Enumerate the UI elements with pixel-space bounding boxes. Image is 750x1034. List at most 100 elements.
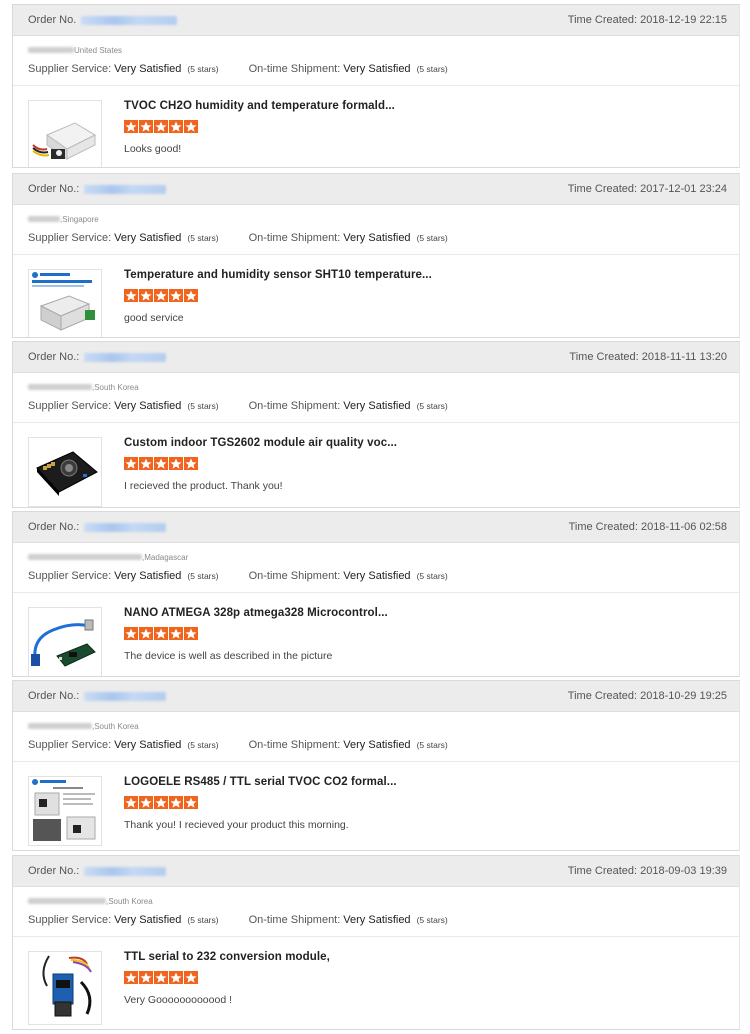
shipment-stars: (5 stars) (416, 64, 448, 74)
product-row: LOGOELE RS485 / TTL serial TVOC CO2 form… (13, 762, 739, 850)
review-card: Order No. Time Created: 2018-12-19 22:15… (12, 4, 740, 168)
supplier-service-stars: (5 stars) (187, 571, 219, 581)
time-created-label: Time Created: (567, 865, 638, 877)
star-icon (124, 627, 138, 640)
star-icon (124, 289, 138, 302)
shipment-stars: (5 stars) (416, 233, 448, 243)
product-row: Temperature and humidity sensor SHT10 te… (13, 255, 739, 337)
product-title[interactable]: Custom indoor TGS2602 module air quality… (124, 437, 397, 449)
star-icon (139, 120, 153, 133)
product-row: NANO ATMEGA 328p atmega328 Microcontrol.… (13, 593, 739, 676)
product-title[interactable]: LOGOELE RS485 / TTL serial TVOC CO2 form… (124, 776, 397, 788)
shipment-stars: (5 stars) (416, 740, 448, 750)
product-thumbnail[interactable] (28, 951, 102, 1025)
order-number-redacted[interactable] (84, 866, 167, 876)
product-sheet-icon (32, 779, 96, 841)
buyer-name-redacted (28, 216, 60, 222)
buyer-name-redacted (28, 384, 92, 390)
rating-stars (124, 289, 198, 302)
time-created-label: Time Created: (569, 351, 639, 363)
rating-stars (124, 627, 198, 640)
product-title[interactable]: TTL serial to 232 conversion module, (124, 951, 330, 963)
nano-board-icon (31, 619, 96, 667)
rating-stars (124, 796, 198, 809)
sensor-module-icon (32, 122, 97, 160)
feedback-text: Looks good! (124, 143, 182, 155)
review-card: Order No.: Time Created: 2018-09-03 19:3… (12, 855, 740, 1030)
star-icon (139, 457, 153, 470)
feedback-text: good service (124, 312, 184, 324)
star-icon (169, 627, 183, 640)
order-header: Order No.: Time Created: 2018-11-06 02:5… (13, 512, 739, 543)
service-ratings: Supplier Service: Very Satisfied (5 star… (28, 914, 724, 926)
star-icon (154, 289, 168, 302)
time-created-value: 2018-11-11 13:20 (641, 351, 727, 363)
buyer-line: ,South Korea (28, 720, 724, 732)
star-icon (124, 796, 138, 809)
shipment-value: Very Satisfied (343, 739, 411, 751)
time-created-value: 2018-09-03 19:39 (640, 865, 727, 877)
shipment-value: Very Satisfied (343, 400, 411, 412)
shipment-value: Very Satisfied (343, 63, 411, 75)
review-info: ,Madagascar Supplier Service: Very Satis… (13, 543, 739, 593)
supplier-service-stars: (5 stars) (187, 64, 219, 74)
buyer-line: ,Singapore (28, 213, 724, 225)
order-number-redacted[interactable] (84, 184, 167, 194)
product-thumbnail[interactable] (28, 776, 102, 846)
star-icon (154, 796, 168, 809)
shipment-stars: (5 stars) (416, 915, 448, 925)
time-created-label: Time Created: (567, 183, 638, 195)
product-title[interactable]: NANO ATMEGA 328p atmega328 Microcontrol.… (124, 607, 388, 619)
shipment-value: Very Satisfied (343, 570, 411, 582)
buyer-country: ,Madagascar (142, 552, 189, 562)
buyer-country: ,South Korea (92, 382, 139, 392)
service-ratings: Supplier Service: Very Satisfied (5 star… (28, 232, 724, 244)
star-icon (154, 120, 168, 133)
order-no-label: Order No.: (28, 690, 80, 702)
supplier-service-value: Very Satisfied (114, 400, 182, 412)
feedback-text: Thank you! I recieved your product this … (124, 819, 349, 831)
star-icon (184, 120, 198, 133)
star-icon (184, 457, 198, 470)
supplier-service-stars: (5 stars) (187, 740, 219, 750)
buyer-line: ,Madagascar (28, 551, 724, 563)
product-title[interactable]: Temperature and humidity sensor SHT10 te… (124, 269, 432, 281)
shipment-stars: (5 stars) (416, 571, 448, 581)
star-icon (139, 289, 153, 302)
order-number-redacted[interactable] (84, 522, 167, 532)
service-ratings: Supplier Service: Very Satisfied (5 star… (28, 739, 724, 751)
shipment-label: On-time Shipment: (248, 63, 341, 75)
time-created-value: 2018-10-29 19:25 (640, 690, 727, 702)
shipment-label: On-time Shipment: (248, 914, 341, 926)
star-icon (124, 971, 138, 984)
order-no-label: Order No.: (28, 183, 80, 195)
review-card: Order No.: Time Created: 2018-10-29 19:2… (12, 680, 740, 851)
product-thumbnail[interactable] (28, 437, 102, 507)
review-info: ,Singapore Supplier Service: Very Satisf… (13, 205, 739, 255)
buyer-country: ,South Korea (106, 896, 153, 906)
buyer-line: United States (28, 44, 724, 56)
product-thumbnail[interactable] (28, 269, 102, 337)
sensor-board-icon (36, 451, 98, 496)
star-icon (184, 971, 198, 984)
product-thumbnail[interactable] (28, 607, 102, 676)
order-header: Order No.: Time Created: 2017-12-01 23:2… (13, 174, 739, 205)
buyer-line: ,South Korea (28, 895, 724, 907)
product-title[interactable]: TVOC CH2O humidity and temperature forma… (124, 100, 395, 112)
supplier-service-label: Supplier Service: (28, 63, 112, 75)
shipment-value: Very Satisfied (343, 232, 411, 244)
supplier-service-stars: (5 stars) (187, 401, 219, 411)
time-created-value: 2018-12-19 22:15 (640, 14, 727, 26)
supplier-service-value: Very Satisfied (114, 739, 182, 751)
order-number-redacted[interactable] (84, 691, 167, 701)
product-thumbnail[interactable] (28, 100, 102, 167)
supplier-service-stars: (5 stars) (187, 915, 219, 925)
order-header: Order No.: Time Created: 2018-11-11 13:2… (13, 342, 739, 373)
feedback-text: Very Goooooooooood ! (124, 994, 233, 1006)
order-number-redacted[interactable] (81, 15, 178, 25)
order-number-redacted[interactable] (84, 352, 167, 362)
star-icon (184, 796, 198, 809)
order-no-label: Order No.: (28, 521, 80, 533)
star-icon (169, 971, 183, 984)
star-icon (154, 627, 168, 640)
